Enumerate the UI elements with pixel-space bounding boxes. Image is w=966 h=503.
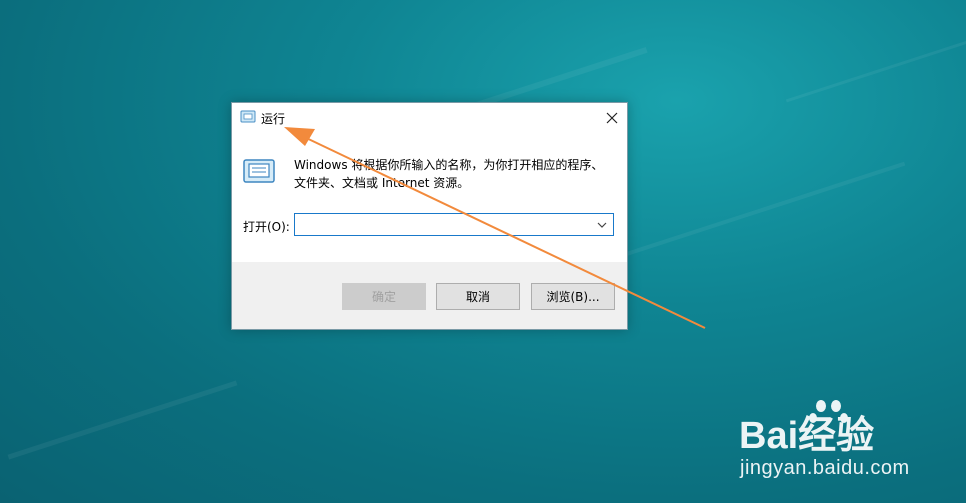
watermark-url: jingyan.baidu.com — [740, 457, 910, 479]
dropdown-button[interactable] — [593, 214, 611, 235]
title-bar[interactable]: 运行 — [232, 103, 627, 133]
open-input[interactable] — [295, 214, 593, 235]
button-bar: 确定 取消 浏览(B)... — [232, 262, 627, 329]
open-combobox[interactable] — [294, 213, 614, 236]
run-dialog: 运行 Windows 将根据你所输入的名称，为你打开相应的程序、文件夹、文档或 … — [231, 102, 628, 330]
chevron-down-icon — [597, 222, 607, 228]
dialog-description: Windows 将根据你所输入的名称，为你打开相应的程序、文件夹、文档或 Int… — [294, 158, 604, 190]
dialog-title: 运行 — [261, 112, 286, 126]
cancel-button[interactable]: 取消 — [436, 283, 520, 310]
ok-button[interactable]: 确定 — [342, 283, 426, 310]
close-icon — [606, 112, 618, 124]
watermark-brand: Bai经验 — [739, 415, 874, 457]
close-button[interactable] — [597, 103, 627, 133]
browse-button[interactable]: 浏览(B)... — [531, 283, 615, 310]
run-icon — [240, 110, 256, 123]
open-label: 打开(O): — [243, 220, 290, 234]
run-icon — [243, 159, 275, 183]
